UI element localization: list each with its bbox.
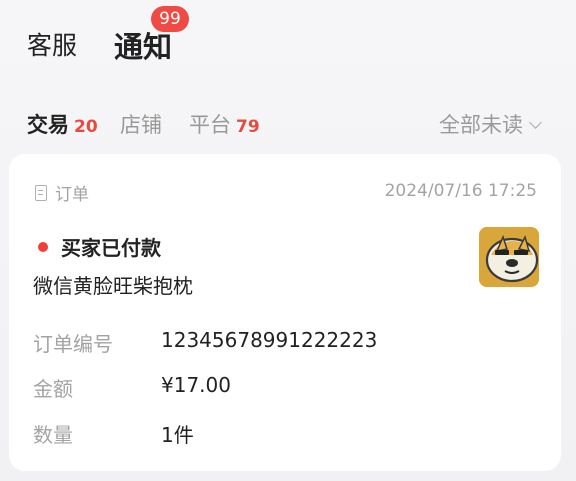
subtab-store-label: 店铺 [120, 113, 162, 137]
unread-dot-icon [38, 241, 48, 252]
order-notification-card[interactable]: 订单 2024/07/16 17:25 买家已付款 微信黄脸旺柴抱枕 订单编号 … [9, 154, 561, 471]
order-type-label: 订单 [55, 185, 89, 205]
notification-page: 客服 通知 99 交易 20 店铺 平台 79 全部未读 订单 2024/07/16… [0, 0, 576, 481]
subtab-platform[interactable]: 平台 79 [189, 109, 260, 139]
subtab-trade[interactable]: 交易 20 [27, 109, 98, 139]
product-name: 微信黄脸旺柴抱枕 [33, 274, 193, 298]
chevron-down-icon [529, 115, 542, 129]
subtab-platform-label: 平台 [189, 113, 231, 137]
order-status-text: 买家已付款 [61, 236, 161, 260]
tab-customer-service[interactable]: 客服 [27, 26, 77, 62]
subtab-platform-count: 79 [236, 117, 260, 137]
order-number-value: 12345678991222223 [161, 328, 378, 352]
order-number-label: 订单编号 [33, 332, 113, 356]
filter-label: 全部未读 [439, 113, 523, 137]
product-thumbnail [479, 227, 539, 287]
unread-filter-dropdown[interactable]: 全部未读 [439, 109, 542, 139]
notification-count-badge: 99 [151, 6, 189, 32]
subtab-trade-count: 20 [74, 117, 98, 137]
amount-value: ¥17.00 [161, 373, 231, 397]
order-type-header: 订单 [35, 180, 89, 205]
document-icon [35, 184, 47, 201]
subtab-store[interactable]: 店铺 [120, 109, 162, 139]
notification-timestamp: 2024/07/16 17:25 [384, 181, 537, 201]
quantity-label: 数量 [33, 423, 73, 447]
subtab-trade-label: 交易 [27, 113, 69, 137]
amount-label: 金额 [33, 377, 73, 401]
quantity-value: 1件 [161, 423, 194, 447]
order-status: 买家已付款 [38, 232, 161, 261]
doge-pillow-image [479, 227, 539, 287]
